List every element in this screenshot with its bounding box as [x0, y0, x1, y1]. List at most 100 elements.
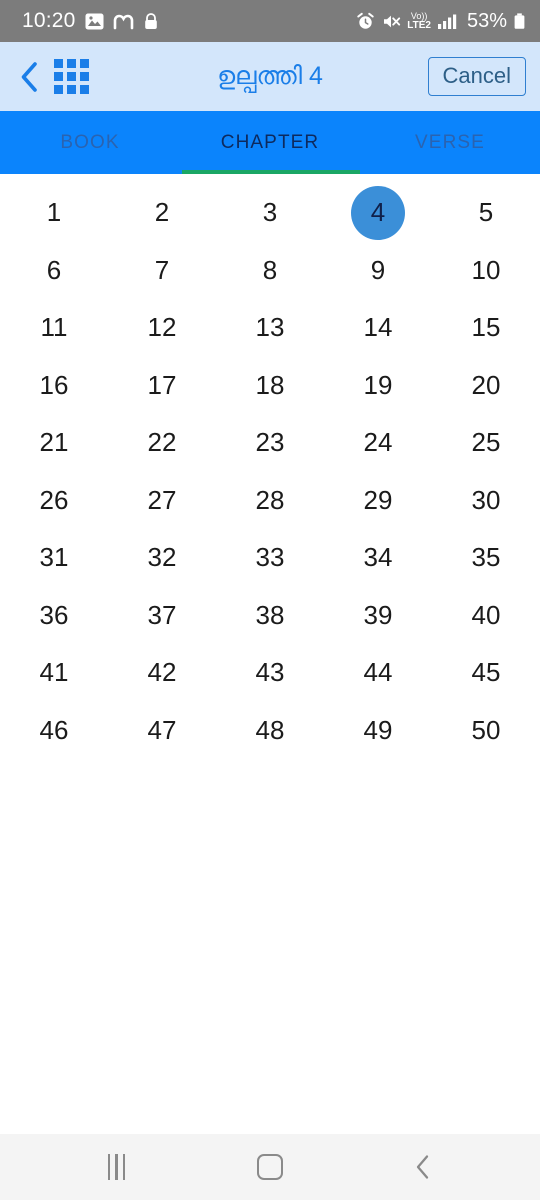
chapter-number-label: 22: [147, 427, 177, 458]
chapter-number-23[interactable]: 23: [216, 414, 324, 472]
chapter-number-label: 47: [147, 714, 177, 745]
chapter-number-47[interactable]: 47: [108, 702, 216, 760]
chapter-number-15[interactable]: 15: [432, 299, 540, 357]
chapter-number-3[interactable]: 3: [216, 184, 324, 242]
chapter-number-label: 49: [363, 714, 393, 745]
chapter-number-33[interactable]: 33: [216, 529, 324, 587]
chapter-number-35[interactable]: 35: [432, 529, 540, 587]
chapter-number-14[interactable]: 14: [324, 299, 432, 357]
chapter-number-label: 23: [255, 427, 285, 458]
grid-cell: [80, 59, 89, 68]
chapter-number-8[interactable]: 8: [216, 242, 324, 300]
chapter-number-37[interactable]: 37: [108, 587, 216, 645]
chapter-number-label: 7: [154, 254, 170, 285]
chapter-number-27[interactable]: 27: [108, 472, 216, 530]
chapter-number-50[interactable]: 50: [432, 702, 540, 760]
chapter-number-44[interactable]: 44: [324, 644, 432, 702]
header-back-button[interactable]: [16, 61, 42, 92]
chapter-number-label: 3: [262, 197, 278, 228]
chapter-number-label: 16: [39, 369, 69, 400]
chapter-number-12[interactable]: 12: [108, 299, 216, 357]
chapter-number-5[interactable]: 5: [432, 184, 540, 242]
chapter-number-label: 11: [40, 312, 68, 343]
chapter-number-46[interactable]: 46: [0, 702, 108, 760]
signal-bars-icon: [437, 14, 457, 29]
cancel-button[interactable]: Cancel: [427, 57, 526, 96]
chapter-grid-area: 1 2 3 4 5 6 7 8 9 10 11 12 13 14 15 16 17 18 19 20 21 22 23 24 2…: [0, 174, 540, 759]
chapter-number-19[interactable]: 19: [324, 357, 432, 415]
chapter-number-38[interactable]: 38: [216, 587, 324, 645]
chapter-number-18[interactable]: 18: [216, 357, 324, 415]
chapter-number-16[interactable]: 16: [0, 357, 108, 415]
chapter-number-43[interactable]: 43: [216, 644, 324, 702]
tab-verse[interactable]: VERSE: [360, 111, 540, 174]
tab-chapter[interactable]: CHAPTER: [180, 111, 360, 174]
chapter-number-2[interactable]: 2: [108, 184, 216, 242]
chapter-number-34[interactable]: 34: [324, 529, 432, 587]
chapter-number-11[interactable]: 11: [0, 299, 108, 357]
chapter-number-39[interactable]: 39: [324, 587, 432, 645]
chapter-number-label: 13: [255, 312, 285, 343]
chapter-number-1[interactable]: 1: [0, 184, 108, 242]
chapter-number-20[interactable]: 20: [432, 357, 540, 415]
chapter-number-label: 38: [255, 599, 285, 630]
chapter-number-31[interactable]: 31: [0, 529, 108, 587]
chapter-number-label: 24: [363, 427, 393, 458]
chapter-number-25[interactable]: 25: [432, 414, 540, 472]
chapter-number-29[interactable]: 29: [324, 472, 432, 530]
nav-recents-button[interactable]: [82, 1142, 152, 1192]
chapter-number-42[interactable]: 42: [108, 644, 216, 702]
chapter-number-48[interactable]: 48: [216, 702, 324, 760]
chapter-number-45[interactable]: 45: [432, 644, 540, 702]
chapter-number-label: 26: [39, 484, 69, 515]
chapter-number-28[interactable]: 28: [216, 472, 324, 530]
chapter-number-label: 35: [471, 542, 501, 573]
chapter-number-label: 44: [363, 657, 393, 688]
chapter-number-label: 27: [147, 484, 177, 515]
chapter-number-label: 15: [471, 312, 501, 343]
battery-icon: [514, 12, 525, 29]
chapter-number-label: 18: [255, 369, 285, 400]
system-nav-bar: [0, 1134, 540, 1200]
chapter-number-label: 20: [471, 369, 501, 400]
chapter-number-32[interactable]: 32: [108, 529, 216, 587]
chapter-number-30[interactable]: 30: [432, 472, 540, 530]
chapter-number-label: 32: [147, 542, 177, 573]
chapter-number-17[interactable]: 17: [108, 357, 216, 415]
image-icon: [85, 13, 104, 29]
chapter-number-4[interactable]: 4: [324, 184, 432, 242]
chapter-number-21[interactable]: 21: [0, 414, 108, 472]
chapter-number-24[interactable]: 24: [324, 414, 432, 472]
chapter-number-49[interactable]: 49: [324, 702, 432, 760]
chapter-number-label: 40: [471, 599, 501, 630]
grid-3x3-icon[interactable]: [54, 59, 89, 94]
chapter-number-label: 46: [39, 714, 69, 745]
status-bar: 10:20 Vo)) LTE2 53%: [0, 0, 540, 42]
grid-cell: [54, 59, 63, 68]
status-bar-right: Vo)) LTE2 53%: [356, 10, 526, 33]
nav-home-button[interactable]: [235, 1142, 305, 1192]
nav-back-button[interactable]: [388, 1142, 458, 1192]
grid-cell: [67, 85, 76, 94]
chapter-number-22[interactable]: 22: [108, 414, 216, 472]
tab-book[interactable]: BOOK: [0, 111, 180, 174]
chapter-number-label: 33: [255, 542, 285, 573]
chapter-number-26[interactable]: 26: [0, 472, 108, 530]
chapter-number-label: 2: [154, 197, 170, 228]
chapter-number-9[interactable]: 9: [324, 242, 432, 300]
alarm-icon: [357, 12, 374, 29]
chapter-number-label: 5: [478, 197, 494, 228]
chapter-number-6[interactable]: 6: [0, 242, 108, 300]
chapter-number-13[interactable]: 13: [216, 299, 324, 357]
chapter-number-40[interactable]: 40: [432, 587, 540, 645]
chapter-number-label: 34: [363, 542, 393, 573]
header-left-controls: [16, 59, 89, 94]
chapter-number-7[interactable]: 7: [108, 242, 216, 300]
chapter-number-36[interactable]: 36: [0, 587, 108, 645]
chapter-number-10[interactable]: 10: [432, 242, 540, 300]
home-icon: [256, 1154, 283, 1180]
chapter-number-label: 43: [255, 657, 285, 688]
chapter-number-label: 10: [471, 254, 501, 285]
chapter-number-41[interactable]: 41: [0, 644, 108, 702]
chevron-left-icon: [21, 61, 37, 92]
